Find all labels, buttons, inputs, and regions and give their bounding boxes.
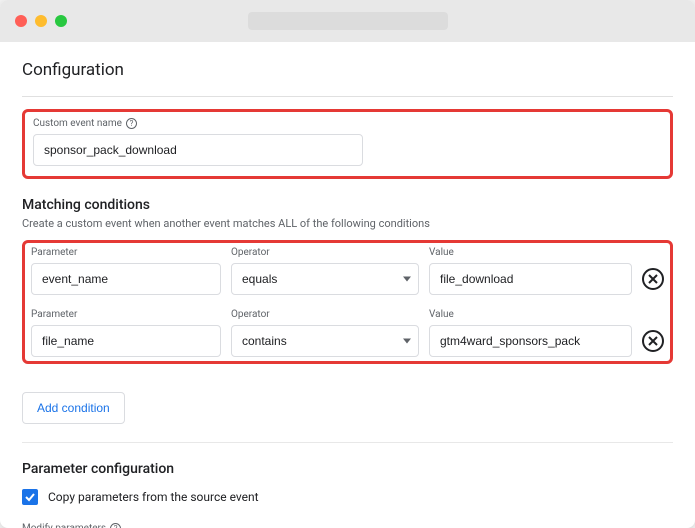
custom-event-label: Custom event name ? bbox=[33, 118, 662, 129]
parameter-label: Parameter bbox=[31, 247, 221, 258]
custom-event-label-text: Custom event name bbox=[33, 118, 122, 129]
custom-event-highlight: Custom event name ? bbox=[22, 109, 673, 179]
close-icon bbox=[648, 336, 658, 346]
parameter-input[interactable] bbox=[31, 263, 221, 295]
close-window-button[interactable] bbox=[15, 15, 27, 27]
value-label: Value bbox=[429, 247, 632, 258]
conditions-highlight: Parameter Operator Value bbox=[22, 240, 673, 364]
traffic-lights bbox=[15, 15, 67, 27]
value-label: Value bbox=[429, 309, 632, 320]
titlebar bbox=[0, 0, 695, 42]
window: Configuration Custom event name ? Matchi… bbox=[0, 0, 695, 528]
parameter-input[interactable] bbox=[31, 325, 221, 357]
modify-params-label: Modify parameters ? bbox=[22, 523, 673, 528]
page-title: Configuration bbox=[22, 60, 673, 80]
operator-select[interactable] bbox=[231, 325, 419, 357]
divider bbox=[22, 442, 673, 443]
copy-params-row: Copy parameters from the source event bbox=[22, 489, 673, 505]
help-icon[interactable]: ? bbox=[110, 523, 121, 528]
help-icon[interactable]: ? bbox=[126, 118, 137, 129]
matching-subtitle: Create a custom event when another event… bbox=[22, 217, 673, 230]
operator-value[interactable] bbox=[231, 325, 419, 357]
close-icon bbox=[648, 274, 658, 284]
content-area: Configuration Custom event name ? Matchi… bbox=[0, 42, 695, 528]
parameter-label: Parameter bbox=[31, 309, 221, 320]
operator-label: Operator bbox=[231, 247, 419, 258]
chevron-down-icon bbox=[403, 277, 411, 282]
modify-params-text: Modify parameters bbox=[22, 523, 106, 528]
maximize-window-button[interactable] bbox=[55, 15, 67, 27]
matching-title: Matching conditions bbox=[22, 197, 673, 213]
operator-value[interactable] bbox=[231, 263, 419, 295]
minimize-window-button[interactable] bbox=[35, 15, 47, 27]
param-config-title: Parameter configuration bbox=[22, 461, 673, 477]
operator-select[interactable] bbox=[231, 263, 419, 295]
operator-label: Operator bbox=[231, 309, 419, 320]
add-condition-button[interactable]: Add condition bbox=[22, 392, 125, 424]
remove-condition-button[interactable] bbox=[642, 330, 664, 352]
value-input[interactable] bbox=[429, 263, 632, 295]
address-bar[interactable] bbox=[248, 12, 448, 30]
custom-event-input[interactable] bbox=[33, 134, 363, 166]
remove-condition-button[interactable] bbox=[642, 268, 664, 290]
condition-row: Parameter Operator Value bbox=[31, 309, 664, 357]
check-icon bbox=[24, 491, 36, 503]
copy-params-label: Copy parameters from the source event bbox=[48, 490, 259, 504]
value-input[interactable] bbox=[429, 325, 632, 357]
condition-row: Parameter Operator Value bbox=[31, 247, 664, 295]
chevron-down-icon bbox=[403, 339, 411, 344]
copy-params-checkbox[interactable] bbox=[22, 489, 38, 505]
